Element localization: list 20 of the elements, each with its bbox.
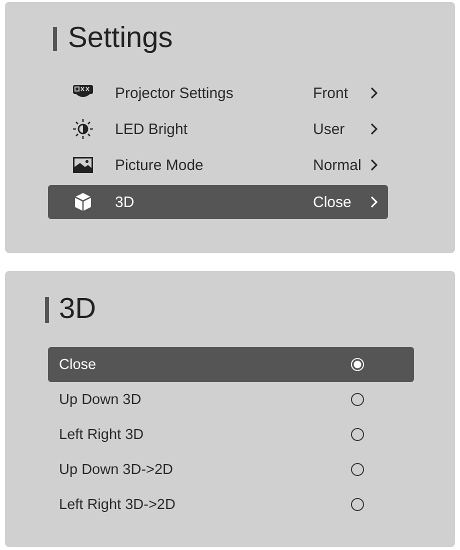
chevron-icon bbox=[370, 87, 378, 99]
panel-title: Settings bbox=[68, 22, 173, 55]
cube-icon bbox=[72, 191, 94, 213]
panel-title: 3D bbox=[59, 293, 96, 326]
menu-item[interactable]: Projector Settings Front bbox=[48, 75, 388, 111]
option-item[interactable]: Left Right 3D bbox=[48, 417, 414, 452]
option-item[interactable]: Up Down 3D->2D bbox=[48, 452, 414, 487]
menu-item[interactable]: LED Bright User bbox=[48, 111, 388, 147]
chevron-icon bbox=[370, 196, 378, 208]
option-item[interactable]: Close bbox=[48, 347, 414, 382]
menu-item[interactable]: Picture Mode Normal bbox=[48, 147, 388, 183]
option-item[interactable]: Left Right 3D->2D bbox=[48, 487, 414, 522]
brightness-icon bbox=[72, 118, 94, 140]
option-item[interactable]: Up Down 3D bbox=[48, 382, 414, 417]
title-bar bbox=[45, 296, 49, 322]
chevron-icon bbox=[370, 159, 378, 171]
picture-icon bbox=[72, 154, 94, 176]
chevron-icon bbox=[370, 123, 378, 135]
menu-item[interactable]: 3D Close bbox=[48, 185, 388, 219]
title-bar bbox=[53, 26, 57, 50]
